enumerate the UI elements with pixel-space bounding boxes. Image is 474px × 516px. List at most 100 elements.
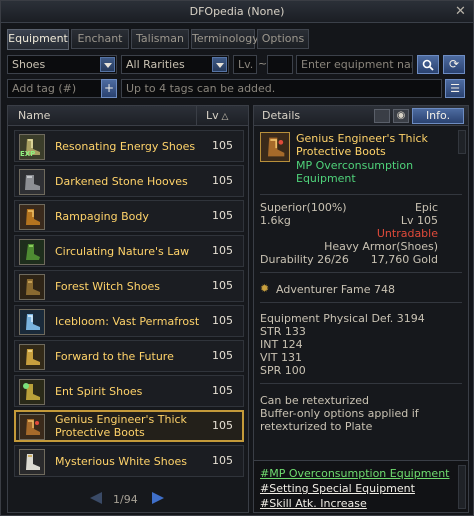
divider	[260, 272, 462, 273]
tab-terminology[interactable]: Terminology	[191, 29, 259, 49]
tag-link[interactable]: #MP Overconsumption Equipment	[260, 467, 449, 480]
stat-line: SPR 100	[260, 364, 306, 377]
item-level: 105	[212, 279, 233, 292]
list-item[interactable]: Mysterious White Shoes 105	[14, 445, 244, 477]
item-name: Forward to the Future	[55, 349, 174, 363]
column-divider	[196, 106, 197, 126]
list-item[interactable]: Darkened Stone Hooves 105	[14, 165, 244, 197]
tag-link[interactable]: #Skill Atk. Increase	[260, 497, 367, 510]
tag-area: #MP Overconsumption Equipment #Setting S…	[254, 460, 468, 512]
page-indicator: 1/94	[113, 493, 138, 506]
close-icon[interactable]: ✕	[453, 4, 468, 19]
details-panel: Details ◉ Info. Genius Engineer's Thick …	[253, 105, 469, 513]
shoes-icon	[19, 344, 45, 370]
title-bar[interactable]: DFOpedia (None) ✕	[1, 1, 473, 23]
dfopedia-window: DFOpedia (None) ✕ Equipment Enchant Tali…	[0, 0, 474, 516]
shoes-icon	[19, 449, 45, 475]
shoes-icon	[19, 309, 45, 335]
item-level: 105	[212, 314, 233, 327]
category-value: Shoes	[12, 58, 46, 71]
list-item[interactable]: Forward to the Future 105	[14, 340, 244, 372]
detail-scrollbar-top[interactable]	[458, 130, 466, 154]
shoes-icon	[19, 169, 45, 195]
item-name: Icebloom: Vast Permafrost	[55, 314, 200, 328]
untradable-text: Untradable	[376, 227, 438, 240]
tab-equipment[interactable]: Equipment	[7, 29, 69, 50]
shoes-icon	[19, 239, 45, 265]
item-name: Mysterious White Shoes	[55, 454, 187, 468]
level-text: Lv 105	[400, 214, 438, 227]
item-level: 105	[212, 174, 233, 187]
details-header: Details ◉ Info.	[254, 106, 468, 126]
stat-line: INT 124	[260, 338, 303, 351]
window-title: DFOpedia (None)	[189, 5, 285, 18]
note-line: Can be retexturized	[260, 394, 369, 407]
armor-type-text: Heavy Armor(Shoes)	[324, 240, 438, 253]
list-item[interactable]: EXP Resonating Energy Shoes 105	[14, 130, 244, 162]
list-item[interactable]: Ent Spirit Shoes 105	[14, 375, 244, 407]
list-item-selected[interactable]: Genius Engineer's Thick Protective Boots…	[14, 410, 244, 442]
prev-page-icon[interactable]	[90, 492, 102, 504]
add-tag-button[interactable]: +	[101, 79, 117, 98]
menu-icon: ☰	[450, 82, 460, 95]
level-min-input[interactable]: Lv.	[233, 55, 257, 74]
item-icon	[260, 132, 290, 162]
list-item[interactable]: Icebloom: Vast Permafrost 105	[14, 305, 244, 337]
reset-button[interactable]: ⟳	[443, 55, 465, 74]
level-header-label: Lv	[206, 109, 219, 122]
tag-hint-field: Up to 4 tags can be added.	[121, 79, 442, 98]
item-name: Rampaging Body	[55, 209, 149, 223]
item-level: 105	[212, 384, 233, 397]
compare-icon[interactable]	[374, 109, 390, 123]
search-input[interactable]: Enter equipment name	[296, 55, 413, 74]
search-placeholder: Enter equipment name	[301, 58, 412, 71]
tab-options[interactable]: Options	[257, 29, 309, 49]
divider	[260, 383, 462, 384]
info-button[interactable]: Info.	[412, 108, 464, 124]
list-item[interactable]: Rampaging Body 105	[14, 200, 244, 232]
column-name-header[interactable]: Name	[18, 109, 50, 122]
tag-scrollbar[interactable]	[458, 465, 466, 509]
detail-item-name: Genius Engineer's Thick Protective Boots	[296, 132, 428, 158]
stat-line: VIT 131	[260, 351, 302, 364]
tag-placeholder: Add tag (#)	[12, 82, 77, 95]
shoes-icon	[19, 274, 45, 300]
item-level: 105	[212, 419, 233, 432]
tab-talisman[interactable]: Talisman	[131, 29, 189, 49]
chevron-down-icon	[212, 57, 227, 72]
grade-text: Superior(100%)	[260, 201, 347, 214]
exp-badge: EXP	[20, 150, 36, 158]
rarity-select[interactable]: All Rarities	[121, 55, 229, 74]
plus-icon: +	[103, 81, 115, 95]
note-line: Buffer-only options applied if	[260, 407, 419, 420]
tag-list-button[interactable]: ☰	[445, 79, 465, 98]
item-name: Darkened Stone Hooves	[55, 174, 188, 188]
item-name: Ent Spirit Shoes	[55, 384, 143, 398]
chevron-down-icon	[100, 57, 115, 72]
level-range-separator: ~	[258, 57, 268, 70]
tab-enchant[interactable]: Enchant	[71, 29, 129, 49]
item-level: 105	[212, 349, 233, 362]
next-page-icon[interactable]	[152, 492, 164, 504]
weight-text: 1.6kg	[260, 214, 291, 227]
note-line: retexturized to Plate	[260, 420, 373, 433]
list-item[interactable]: Forest Witch Shoes 105	[14, 270, 244, 302]
search-button[interactable]	[417, 55, 439, 74]
item-name: Circulating Nature's Law	[55, 244, 190, 258]
fame-text: Adventurer Fame 748	[276, 283, 395, 296]
divider	[260, 194, 462, 195]
item-name: Resonating Energy Shoes	[55, 139, 196, 153]
shoes-icon	[19, 379, 45, 405]
pagination: 1/94	[8, 490, 248, 510]
price-text: 17,760 Gold	[370, 253, 438, 266]
level-max-input[interactable]	[267, 55, 293, 74]
equipment-list-panel: Name Lv △ EXP Resonating Energy Shoes 10…	[7, 105, 249, 513]
category-select[interactable]: Shoes	[7, 55, 117, 74]
eye-icon[interactable]: ◉	[393, 109, 409, 123]
list-item[interactable]: Circulating Nature's Law 105	[14, 235, 244, 267]
tag-link[interactable]: #Setting Special Equipment	[260, 482, 415, 495]
details-title: Details	[262, 109, 301, 122]
stat-line: Equipment Physical Def. 3194	[260, 312, 425, 325]
column-level-header[interactable]: Lv △	[206, 109, 228, 122]
item-name: Forest Witch Shoes	[55, 279, 160, 293]
